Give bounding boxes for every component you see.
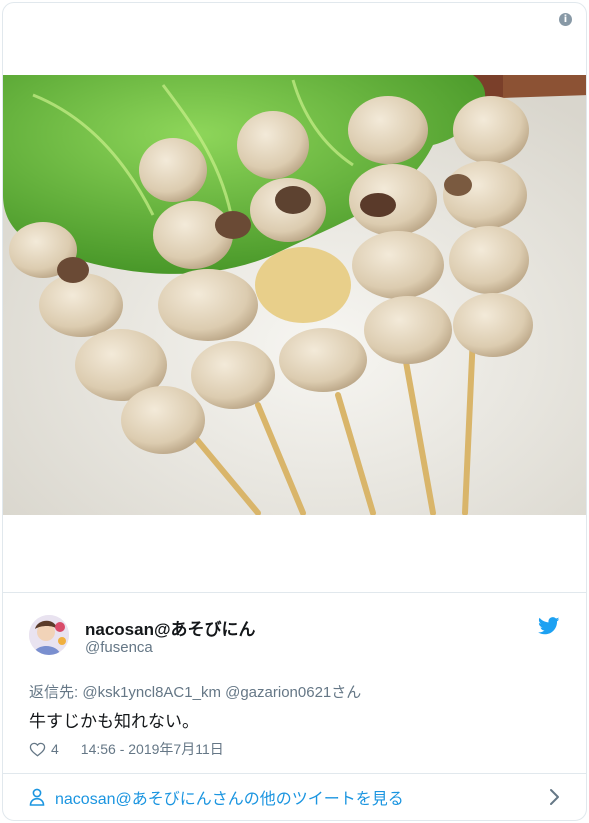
twitter-bird-icon[interactable]: [538, 617, 560, 635]
tweet-text: 牛すじかも知れない。: [29, 712, 199, 731]
person-icon: [29, 788, 45, 806]
author-handle[interactable]: @fusenca: [85, 639, 153, 656]
reply-to-mentions[interactable]: @ksk1yncl8AC1_km @gazarion0621: [82, 684, 331, 701]
tweet-meta: 4 14:56 - 2019年7月11日: [29, 739, 224, 759]
tweet-card: i nacosan@あそびにん @fusenca 返信先: @ksk1yncl8…: [2, 2, 587, 821]
reply-to-suffix: さん: [331, 684, 362, 701]
more-tweets-link[interactable]: nacosan@あそびにんさんの他のツイートを見る: [3, 774, 586, 820]
heart-icon[interactable]: [29, 741, 46, 757]
like-count[interactable]: 4: [51, 741, 59, 757]
tweet-photo[interactable]: [3, 75, 586, 515]
author-avatar[interactable]: [29, 615, 69, 655]
chevron-right-icon[interactable]: [548, 788, 560, 806]
skewers-photo: [3, 75, 586, 515]
reply-to-line: 返信先: @ksk1yncl8AC1_km @gazarion0621さん: [29, 681, 361, 702]
author-display-name[interactable]: nacosan@あそびにん: [85, 615, 256, 640]
more-tweets-label[interactable]: nacosan@あそびにんさんの他のツイートを見る: [55, 785, 404, 809]
info-icon[interactable]: i: [559, 13, 572, 26]
reply-to-prefix: 返信先:: [29, 684, 83, 701]
photo-divider: [3, 592, 586, 593]
avatar-illustration: [29, 615, 69, 655]
tweet-timestamp[interactable]: 14:56 - 2019年7月11日: [81, 739, 224, 759]
